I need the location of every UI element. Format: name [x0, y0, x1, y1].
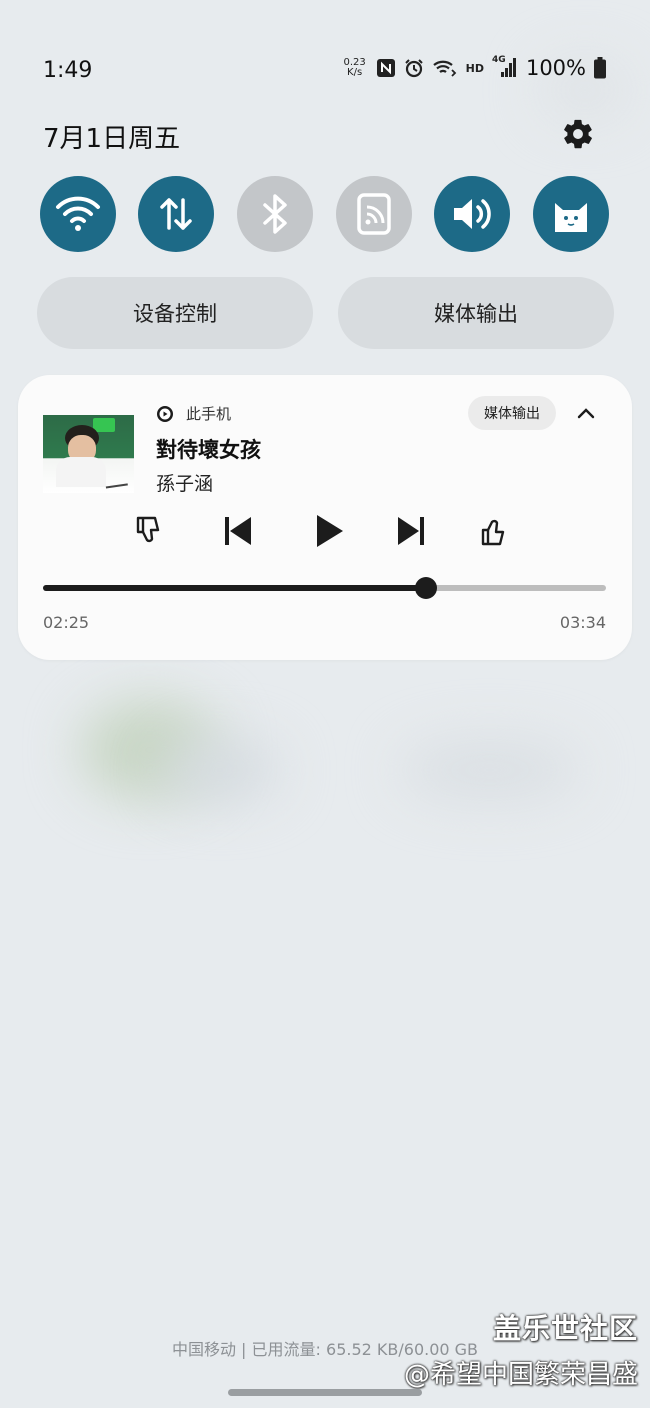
wifi-call-icon	[432, 58, 458, 78]
play-circle-icon	[157, 405, 173, 422]
date-label: 7月1日周五	[43, 124, 181, 154]
mobile-data-toggle[interactable]	[138, 176, 214, 252]
status-icons: 0.23 K/s HD 4G 100%	[342, 55, 606, 80]
watermark-community: 盖乐世社区	[492, 1312, 638, 1345]
hd-icon: HD	[465, 61, 484, 75]
media-output-chip[interactable]: 媒体输出	[468, 396, 556, 430]
nfc-icon	[376, 58, 396, 78]
alarm-icon	[404, 58, 424, 78]
battery-icon	[594, 57, 606, 79]
bluetooth-icon	[263, 194, 287, 234]
play-icon[interactable]	[308, 511, 348, 551]
artist-name: 孫子涵	[156, 473, 214, 495]
status-bar: 1:49 0.23 K/s HD 4G 100%	[0, 52, 650, 92]
progress-thumb[interactable]	[414, 577, 437, 599]
data-arrows-icon	[160, 198, 192, 230]
cat-icon	[555, 203, 587, 232]
collapse-chevron-icon[interactable]	[570, 397, 602, 429]
nfc-icon	[357, 193, 391, 235]
thumbs-up-icon[interactable]	[477, 511, 517, 551]
device-control-button[interactable]: 设备控制	[37, 277, 313, 349]
progress-bar[interactable]	[43, 577, 606, 599]
network-speed: 0.23 K/s	[343, 57, 366, 78]
battery-percent: 100%	[525, 56, 586, 80]
album-art[interactable]	[43, 415, 134, 493]
media-player-card: 此手机 媒体输出 對待壞女孩 孫子涵 02:25 03:34	[18, 375, 632, 660]
progress-fill	[43, 585, 426, 591]
wifi-icon	[56, 196, 100, 231]
nfc-toggle[interactable]	[336, 176, 412, 252]
settings-gear-icon[interactable]	[560, 116, 596, 152]
total-time: 03:34	[559, 613, 606, 632]
next-track-icon[interactable]	[391, 511, 431, 551]
cat-app-toggle[interactable]	[533, 176, 609, 252]
sound-toggle[interactable]	[434, 176, 510, 252]
status-time: 1:49	[43, 58, 93, 83]
home-indicator[interactable]	[228, 1389, 422, 1396]
source-label: 此手机	[186, 405, 232, 423]
quick-settings	[40, 176, 610, 252]
previous-track-icon[interactable]	[218, 511, 258, 551]
thumbs-down-icon[interactable]	[132, 511, 172, 551]
signal-4g-icon: 4G	[492, 55, 516, 79]
watermark-user: @希望中国繁荣昌盛	[403, 1360, 638, 1390]
bluetooth-toggle[interactable]	[237, 176, 313, 252]
elapsed-time: 02:25	[43, 613, 90, 632]
volume-icon	[454, 199, 491, 229]
wifi-toggle[interactable]	[40, 176, 116, 252]
playback-source: 此手机	[156, 403, 231, 424]
song-title: 對待壞女孩	[156, 438, 261, 462]
media-output-button[interactable]: 媒体输出	[338, 277, 614, 349]
